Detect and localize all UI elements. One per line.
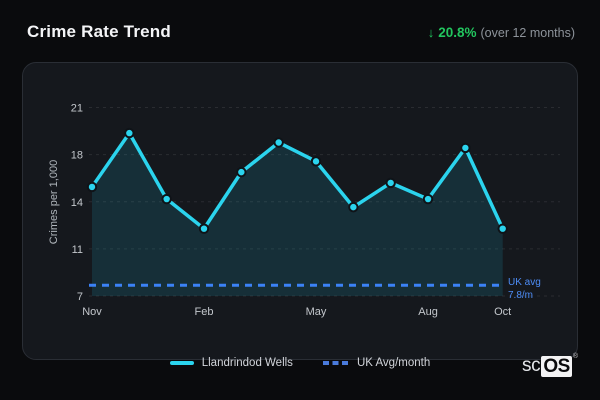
page-title: Crime Rate Trend — [27, 22, 171, 41]
data-point-Jun[interactable] — [348, 201, 359, 213]
y-axis-title: Crimes per 1,000 — [48, 160, 60, 244]
uk-avg-annotation-line2: 7.8/m — [508, 290, 533, 301]
y-tick-label: 7 — [77, 291, 83, 303]
y-tick-label: 21 — [71, 103, 83, 115]
x-tick-label: May — [306, 306, 327, 318]
crime-trend-chart[interactable]: 21 18 14 11 7 Nov Feb May Aug Oct Crimes per 1,000… — [23, 63, 579, 361]
x-tick-label: Oct — [494, 306, 511, 318]
data-point-Aug[interactable] — [422, 193, 434, 205]
uk-avg-annotation-line1: UK avg — [508, 277, 541, 288]
x-tick-label: Aug — [418, 306, 438, 318]
area-fill — [92, 133, 503, 296]
delta-percent: 20.8% — [438, 25, 477, 40]
data-point-Mar[interactable] — [236, 166, 247, 178]
data-point-Nov[interactable] — [86, 181, 98, 193]
data-point-Apr[interactable] — [273, 137, 284, 148]
logo-text-sc: sc — [521, 355, 541, 376]
down-arrow-icon: ↓ — [427, 25, 435, 40]
data-point-Sep[interactable] — [460, 142, 471, 154]
data-point-Jan[interactable] — [161, 193, 172, 205]
x-tick-label: Feb — [195, 306, 214, 318]
logo-text-os: OS — [541, 355, 572, 377]
cyan-line-swatch — [169, 360, 194, 365]
data-point-Dec[interactable] — [124, 127, 135, 139]
legend-label: UK Avg/month — [356, 356, 431, 369]
registered-mark: ® — [572, 353, 578, 360]
data-point-Feb[interactable] — [198, 223, 210, 234]
legend-label: Llandrindod Wells — [201, 356, 293, 369]
legend-item-llandrindod-wells[interactable]: Llandrindod Wells — [169, 356, 293, 369]
x-tick-label: Nov — [82, 306, 102, 318]
legend-item-uk-avg[interactable]: UK Avg/month — [322, 356, 431, 369]
blue-dashed-swatch — [322, 360, 349, 365]
delta-period: (over 12 months) — [480, 26, 575, 40]
trend-delta: ↓ 20.8% (over 12 months) — [428, 25, 575, 40]
chart-legend: Llandrindod Wells UK Avg/month — [0, 354, 600, 371]
header: Crime Rate Trend ↓ 20.8% (over 12 months… — [27, 22, 575, 42]
data-point-Jul[interactable] — [385, 177, 396, 189]
y-tick-label: 14 — [71, 197, 83, 209]
y-tick-label: 11 — [72, 244, 83, 256]
data-point-Oct[interactable] — [497, 223, 508, 234]
y-tick-label: 18 — [71, 150, 83, 162]
scos-logo: sc OS ® — [521, 353, 578, 377]
data-point-May[interactable] — [310, 156, 322, 167]
chart-card: 21 18 14 11 7 Nov Feb May Aug Oct Crimes per 1,000… — [22, 62, 578, 360]
